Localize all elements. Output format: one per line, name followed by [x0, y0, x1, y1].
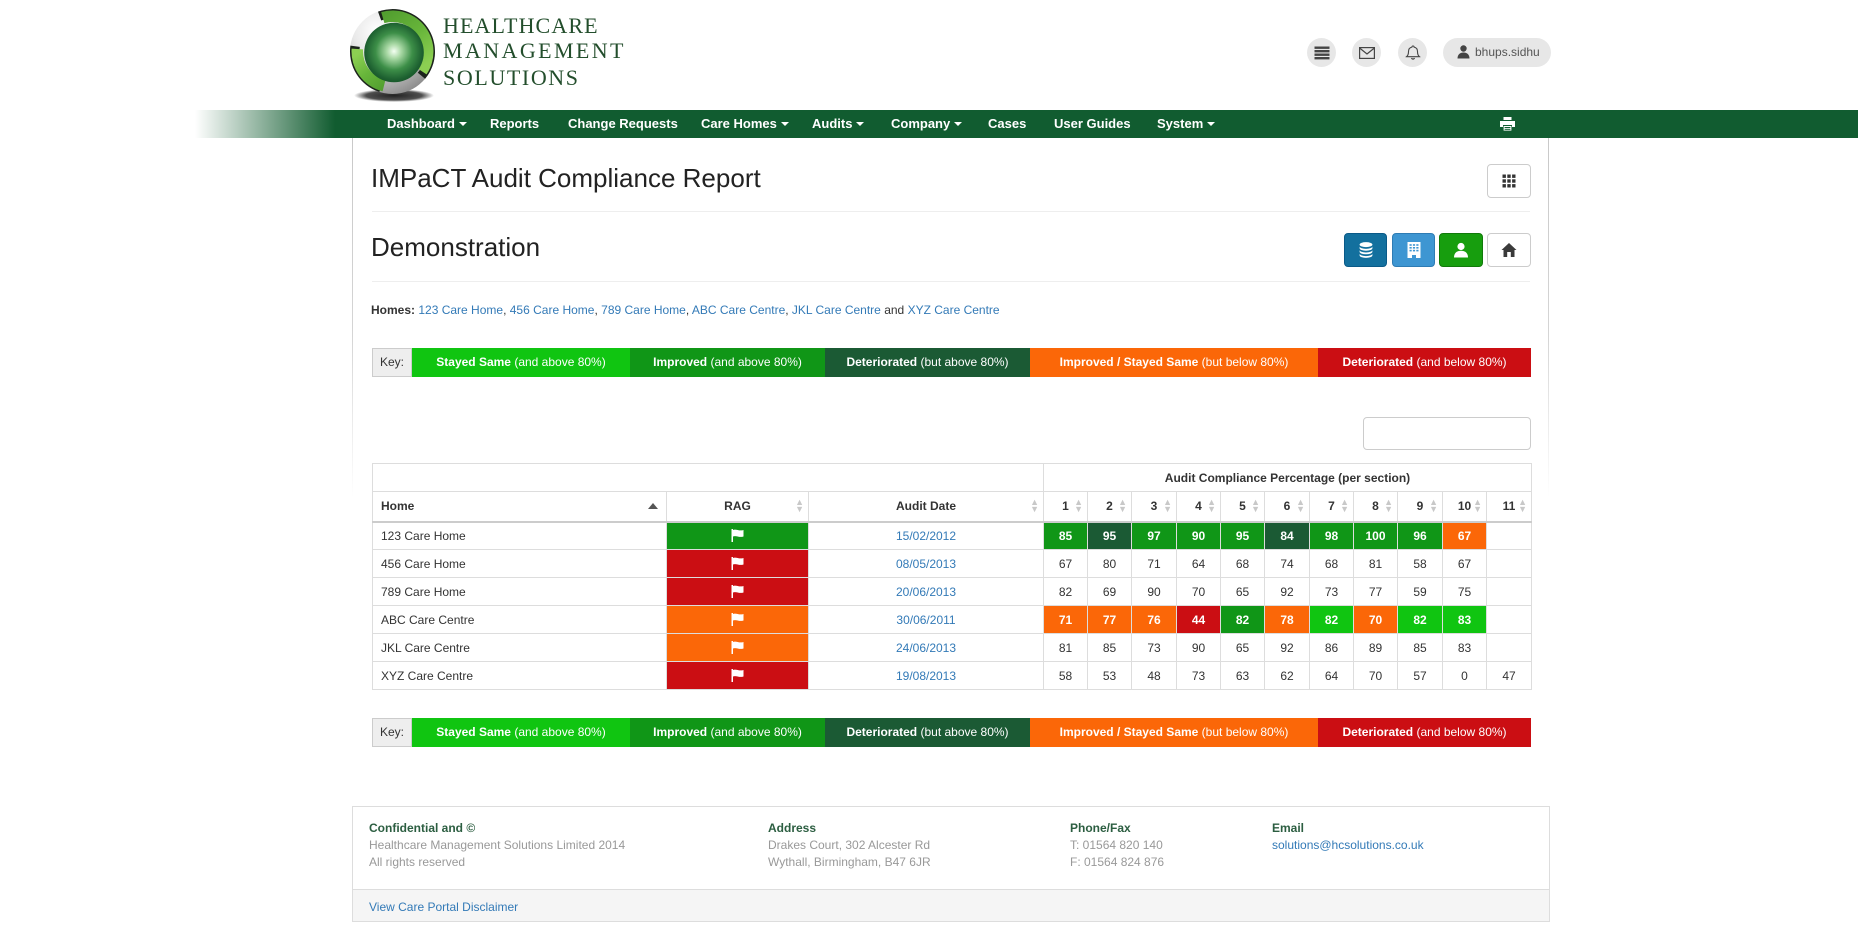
svg-text:SOLUTIONS: SOLUTIONS [443, 65, 580, 90]
svg-text:MANAGEMENT: MANAGEMENT [443, 38, 626, 63]
svg-text:HEALTHCARE: HEALTHCARE [443, 13, 599, 38]
